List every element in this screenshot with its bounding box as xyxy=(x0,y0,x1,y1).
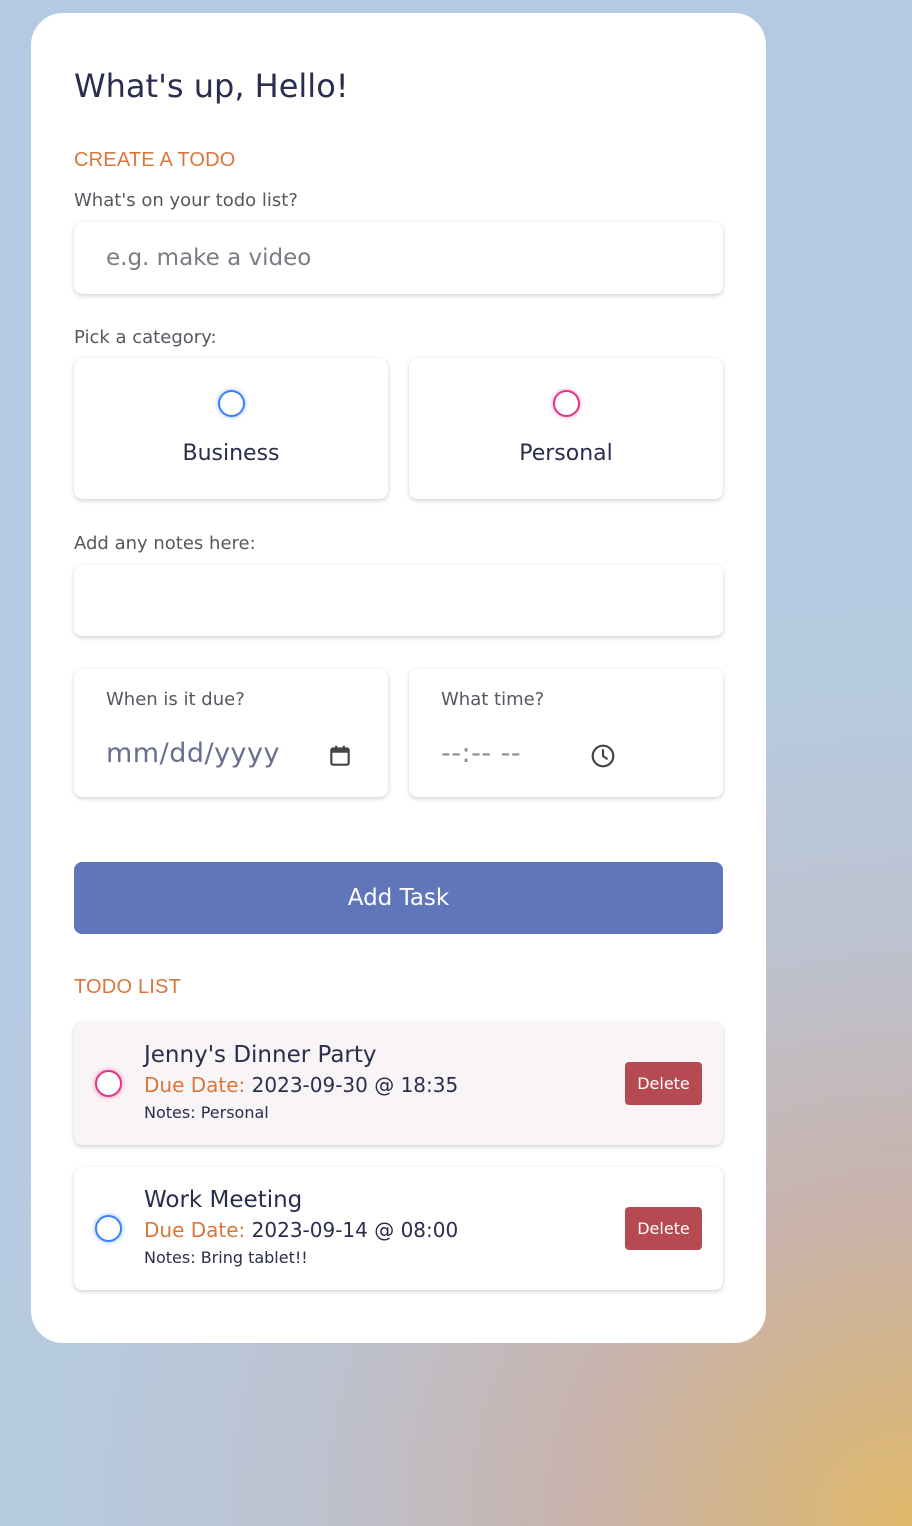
todo-card: What's up, Hello! CREATE A TODO What's o… xyxy=(31,13,766,1343)
notes-input[interactable] xyxy=(74,565,723,636)
category-option-business[interactable]: Business xyxy=(74,358,388,499)
time-label: What time? xyxy=(441,689,545,710)
todo-input-placeholder: e.g. make a video xyxy=(106,245,312,271)
due-date-value: 2023-09-30 @ 18:35 xyxy=(251,1073,459,1097)
due-date-label: Due Date: xyxy=(144,1073,246,1097)
todo-item: Work Meeting Due Date: 2023-09-14 @ 08:0… xyxy=(74,1167,723,1290)
delete-button[interactable]: Delete xyxy=(625,1062,702,1105)
todo-input-label: What's on your todo list? xyxy=(74,190,298,211)
todo-input[interactable]: e.g. make a video xyxy=(74,222,723,294)
create-todo-heading: CREATE A TODO xyxy=(74,149,236,171)
due-date-label: When is it due? xyxy=(106,689,245,710)
due-date-placeholder: mm/dd/yyyy xyxy=(106,738,280,769)
todo-list-heading: TODO LIST xyxy=(74,976,182,998)
todo-due-date: Due Date: 2023-09-30 @ 18:35 xyxy=(144,1073,458,1097)
due-date-field[interactable]: When is it due? mm/dd/yyyy xyxy=(74,669,388,797)
calendar-icon[interactable] xyxy=(327,743,353,773)
business-label: Business xyxy=(182,441,280,466)
todo-done-checkbox[interactable] xyxy=(95,1070,122,1097)
notes-label: Add any notes here: xyxy=(74,533,256,554)
delete-button[interactable]: Delete xyxy=(625,1207,702,1250)
todo-notes: Notes: Personal xyxy=(144,1103,269,1122)
category-label: Pick a category: xyxy=(74,327,217,348)
personal-label: Personal xyxy=(519,441,613,466)
greeting-title: What's up, Hello! xyxy=(74,67,349,105)
personal-radio[interactable] xyxy=(552,390,580,417)
add-task-button[interactable]: Add Task xyxy=(74,862,723,934)
category-option-personal[interactable]: Personal xyxy=(409,358,723,499)
time-placeholder: --:-- -- xyxy=(441,738,522,769)
todo-title[interactable]: Work Meeting xyxy=(144,1187,302,1213)
todo-title[interactable]: Jenny's Dinner Party xyxy=(144,1042,377,1068)
todo-done-checkbox[interactable] xyxy=(95,1215,122,1242)
time-field[interactable]: What time? --:-- -- xyxy=(409,669,723,797)
clock-icon[interactable] xyxy=(590,743,616,773)
todo-item: Jenny's Dinner Party Due Date: 2023-09-3… xyxy=(74,1022,723,1145)
due-date-label: Due Date: xyxy=(144,1218,246,1242)
todo-due-date: Due Date: 2023-09-14 @ 08:00 xyxy=(144,1218,458,1242)
todo-notes: Notes: Bring tablet!! xyxy=(144,1248,308,1267)
business-radio[interactable] xyxy=(217,390,245,417)
due-date-value: 2023-09-14 @ 08:00 xyxy=(251,1218,459,1242)
